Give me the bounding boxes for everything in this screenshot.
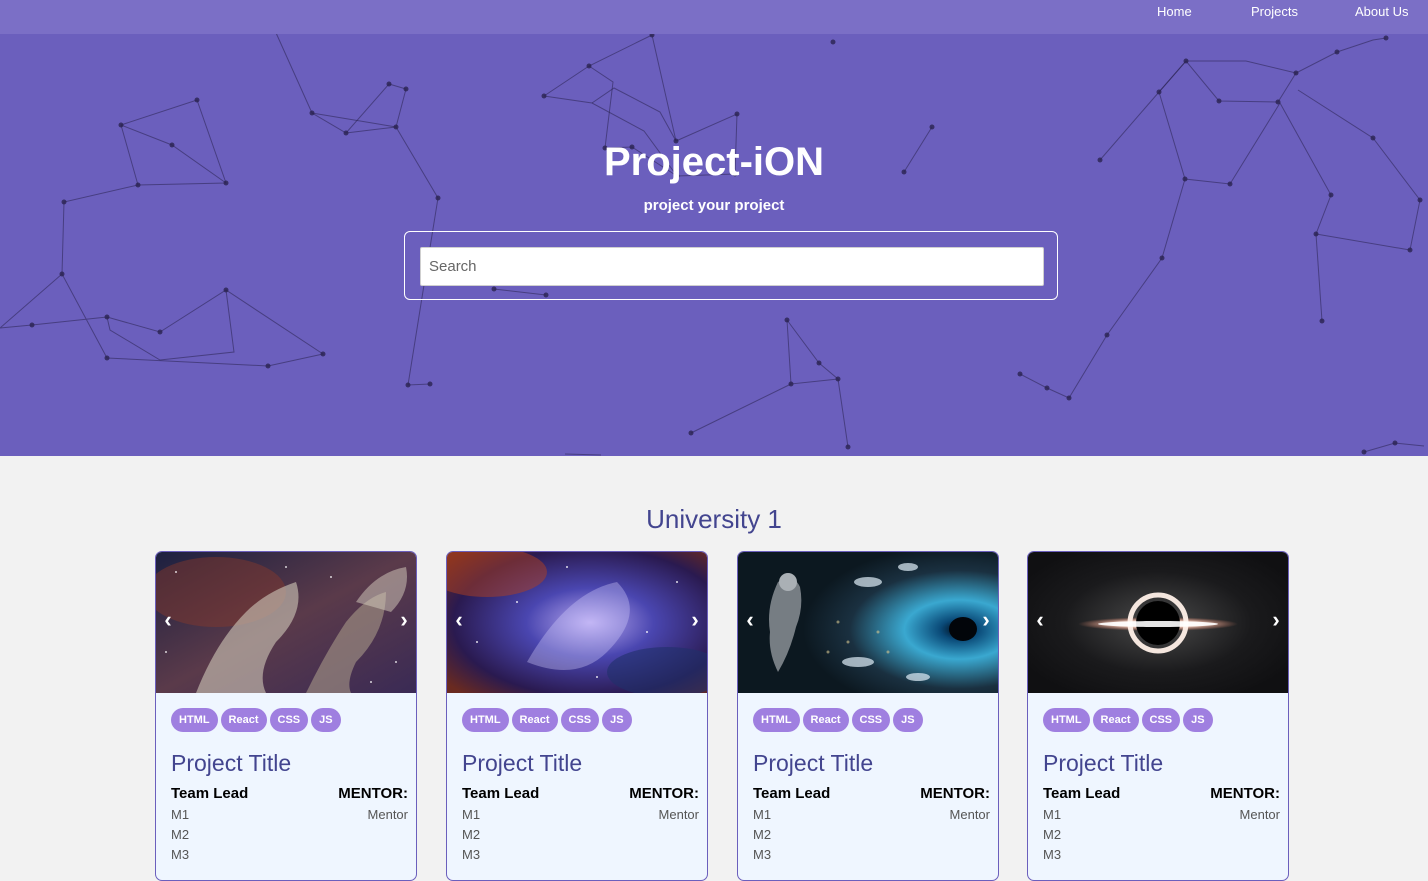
tag-react: React xyxy=(511,708,558,732)
member-item: M2 xyxy=(171,827,190,842)
member-item: M2 xyxy=(753,827,772,842)
carousel-prev-icon[interactable]: ‹ xyxy=(160,608,176,632)
project-title[interactable]: Project Title xyxy=(171,750,291,777)
carousel-next-icon[interactable]: › xyxy=(1268,608,1284,632)
member-item: M1 xyxy=(753,807,772,822)
nav-home-link[interactable]: Home xyxy=(1157,4,1192,19)
mentor-name: Mentor xyxy=(949,807,990,822)
member-item: M1 xyxy=(171,807,190,822)
carousel-next-icon[interactable]: › xyxy=(978,608,994,632)
member-item: M3 xyxy=(1043,847,1062,862)
member-item: M3 xyxy=(171,847,190,862)
tag-react: React xyxy=(802,708,849,732)
astronaut-wormhole-image xyxy=(738,552,998,693)
pillars-nebula-image xyxy=(156,552,416,693)
tech-tags: HTML React CSS JS xyxy=(462,708,635,732)
tech-tags: HTML React CSS JS xyxy=(753,708,926,732)
particle-network-background xyxy=(0,14,1425,456)
carousel-prev-icon[interactable]: ‹ xyxy=(1032,608,1048,632)
project-card[interactable]: ‹ › HTML React CSS JS Project Title Team Le… xyxy=(446,551,708,881)
mentor-name: Mentor xyxy=(367,807,408,822)
tag-js: JS xyxy=(1183,708,1213,732)
carousel-prev-icon[interactable]: ‹ xyxy=(451,608,467,632)
project-title[interactable]: Project Title xyxy=(462,750,582,777)
tech-tags: HTML React CSS JS xyxy=(1043,708,1216,732)
tag-css: CSS xyxy=(851,708,891,732)
member-item: M1 xyxy=(1043,807,1062,822)
project-cards-row: ‹ › HTML React CSS JS Project Title Team Le… xyxy=(155,551,1291,881)
member-item: M2 xyxy=(1043,827,1062,842)
member-item: M3 xyxy=(462,847,481,862)
site-tagline: project your project xyxy=(643,197,785,214)
team-lead: Team Lead xyxy=(753,785,831,802)
tag-js: JS xyxy=(602,708,632,732)
section-title: University 1 xyxy=(646,504,782,534)
top-navbar: Home Projects About Us xyxy=(0,0,1428,34)
tag-css: CSS xyxy=(269,708,309,732)
tag-html: HTML xyxy=(462,708,509,732)
team-lead: Team Lead xyxy=(462,785,540,802)
search-input[interactable] xyxy=(420,247,1044,286)
tag-css: CSS xyxy=(1141,708,1181,732)
hero-banner: Home Projects About Us Project-iON proje… xyxy=(0,0,1428,456)
project-title[interactable]: Project Title xyxy=(753,750,873,777)
member-item: M1 xyxy=(462,807,481,822)
tech-tags: HTML React CSS JS xyxy=(171,708,344,732)
mentor-label: MENTOR: xyxy=(629,785,699,802)
project-card[interactable]: ‹ › HTML React CSS JS Project Title Team Le… xyxy=(1027,551,1289,881)
tag-html: HTML xyxy=(171,708,218,732)
tag-css: CSS xyxy=(560,708,600,732)
member-item: M2 xyxy=(462,827,481,842)
search-box xyxy=(404,231,1058,300)
project-title[interactable]: Project Title xyxy=(1043,750,1163,777)
tag-html: HTML xyxy=(1043,708,1090,732)
carousel-prev-icon[interactable]: ‹ xyxy=(742,608,758,632)
tag-js: JS xyxy=(893,708,923,732)
mentor-name: Mentor xyxy=(1239,807,1280,822)
carousel-next-icon[interactable]: › xyxy=(687,608,703,632)
site-title: Project-iON xyxy=(603,140,825,184)
nav-projects-link[interactable]: Projects xyxy=(1251,4,1298,19)
tag-js: JS xyxy=(311,708,341,732)
mentor-label: MENTOR: xyxy=(338,785,408,802)
nav-about-us-link[interactable]: About Us xyxy=(1355,4,1408,19)
team-lead: Team Lead xyxy=(1043,785,1121,802)
member-item: M3 xyxy=(753,847,772,862)
project-card[interactable]: ‹ › HTML React CSS JS Project Title Team Le… xyxy=(737,551,999,881)
mentor-name: Mentor xyxy=(658,807,699,822)
carousel-next-icon[interactable]: › xyxy=(396,608,412,632)
tag-react: React xyxy=(1092,708,1139,732)
black-hole-image xyxy=(1028,552,1288,693)
purple-nebula-image xyxy=(447,552,707,693)
team-lead: Team Lead xyxy=(171,785,249,802)
tag-html: HTML xyxy=(753,708,800,732)
project-card[interactable]: ‹ › HTML React CSS JS Project Title Team Le… xyxy=(155,551,417,881)
mentor-label: MENTOR: xyxy=(920,785,990,802)
mentor-label: MENTOR: xyxy=(1210,785,1280,802)
tag-react: React xyxy=(220,708,267,732)
